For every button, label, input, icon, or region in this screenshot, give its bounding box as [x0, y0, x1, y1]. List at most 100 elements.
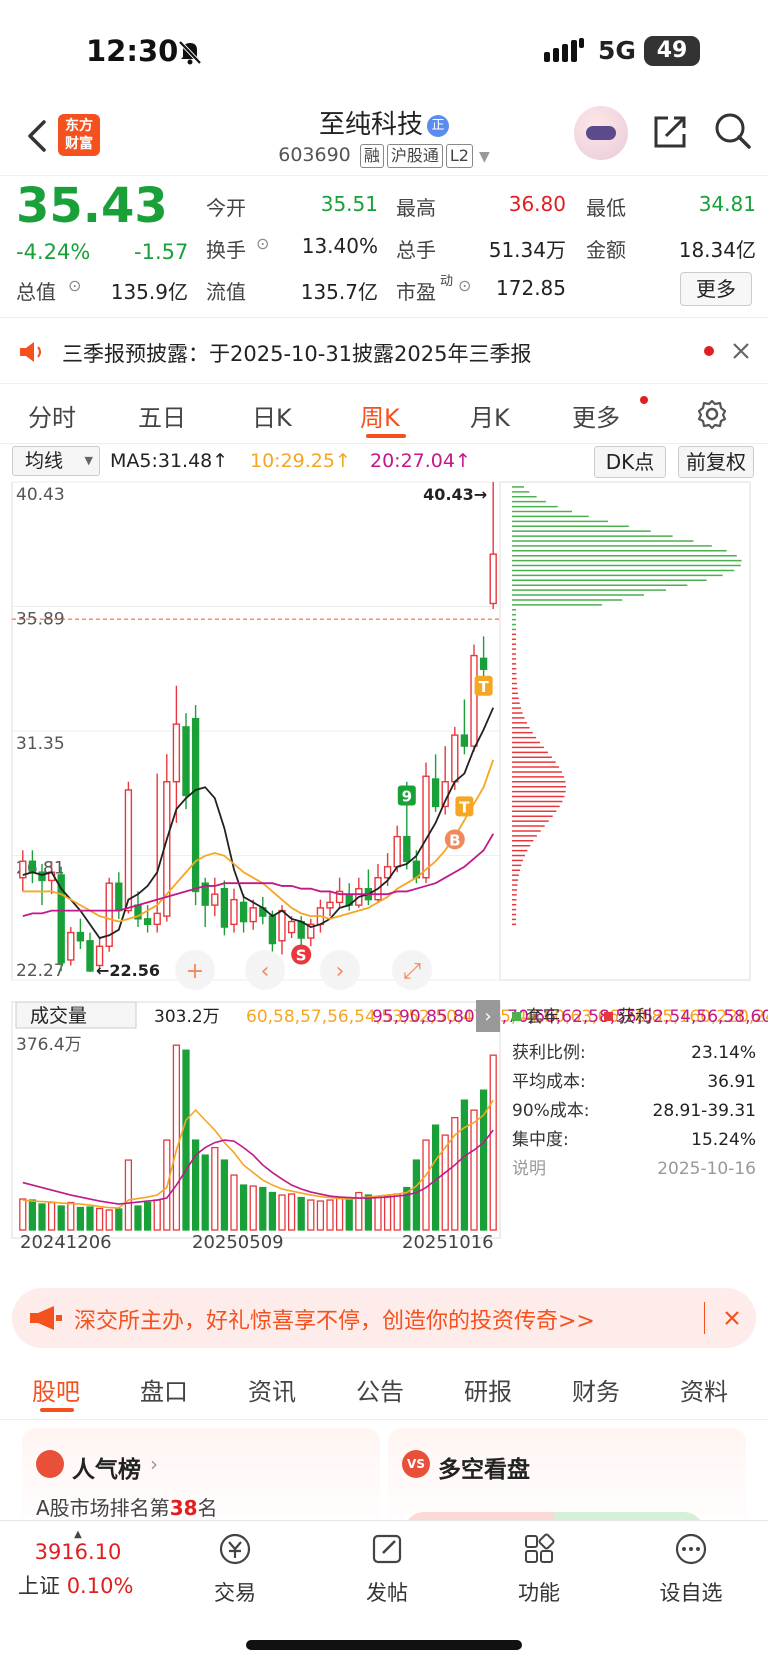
candle [67, 931, 75, 961]
info-icon[interactable]: ⊙ [68, 276, 81, 295]
settings-gear-icon[interactable] [696, 398, 728, 430]
close-icon[interactable] [732, 342, 750, 360]
volume-bar [105, 1209, 113, 1231]
promo-text: 深交所主办，好礼惊喜享不停，创造你的投资传奇>> [74, 1309, 595, 1334]
feature-cards: 人气榜 › A股市场排名第38名 VS 多空看盘 看涨 看跌 [0, 1424, 768, 1552]
volume-bar [239, 1184, 248, 1231]
tab-profile[interactable]: 资料 [680, 1372, 728, 1407]
volume-bar [19, 1198, 27, 1231]
tab-announcements[interactable]: 公告 [356, 1372, 404, 1407]
divider [704, 1302, 705, 1334]
x-axis-date: 20250509 [192, 1232, 284, 1250]
tab-pankou[interactable]: 盘口 [140, 1372, 188, 1407]
kline-chart[interactable]: 40.4335.8931.3526.8122.2740.43→←22.569SB… [0, 480, 768, 1253]
volume-ma2: 95,90,85,80,75,70,66,62,58,55,52,54,56,5… [372, 1007, 768, 1027]
tab-guba[interactable]: 股吧 [32, 1372, 80, 1407]
nav-add-watchlist[interactable]: 设自选 [636, 1531, 746, 1607]
caret-down-icon: ▼ [84, 454, 93, 467]
candle [460, 734, 469, 747]
nav-post[interactable]: 发帖 [332, 1531, 442, 1607]
search-icon[interactable] [712, 110, 752, 150]
tab-finance[interactable]: 财务 [572, 1372, 620, 1407]
kline-chart-area[interactable]: 40.43 35.89 31.35 26.81 22.27 40.43→ ←22.56 9 S B… [0, 480, 768, 1253]
volume-bar [143, 1201, 152, 1231]
label-open: 今开 [206, 196, 246, 220]
ma5-value: MA5:31.48↑ [110, 450, 229, 472]
candle [230, 898, 238, 926]
tab-research[interactable]: 研报 [464, 1372, 512, 1407]
adjust-button[interactable]: 前复权 [678, 446, 754, 478]
value-mktcap: 135.9亿 [110, 280, 188, 304]
indicator-dropdown[interactable]: 均线 ▼ [12, 446, 100, 476]
signal-badge: T [478, 678, 489, 696]
x-axis-date: 20251016 [402, 1232, 494, 1250]
nav-trade[interactable]: 交易 [180, 1531, 290, 1607]
tab-news[interactable]: 资讯 [248, 1372, 296, 1407]
stock-header: 东方 财富 至纯科技正 603690 融沪股通 L2 ▼ [0, 100, 768, 176]
chip-stat-value: 28.91-39.31 [653, 1101, 756, 1121]
y-axis-label: 31.35 [16, 734, 65, 754]
volume-bar [393, 1193, 401, 1231]
close-icon[interactable] [724, 1310, 740, 1326]
tab-daily-k[interactable]: 日K [252, 398, 292, 433]
tab-weekly-k[interactable]: 周K [360, 398, 400, 433]
candle [403, 835, 411, 862]
change-percent: -4.24% [16, 240, 91, 264]
dk-point-button[interactable]: DK点 [594, 446, 666, 478]
nav-functions[interactable]: 功能 [484, 1531, 594, 1607]
signal-icon [544, 38, 584, 62]
label-pe-sup: 动 [440, 274, 454, 289]
ranking-icon [36, 1450, 64, 1478]
chart-control-icon: + [186, 959, 204, 984]
candle [479, 657, 488, 670]
notice-text: 三季报预披露：于2025-10-31披露2025年三季报 [62, 342, 532, 366]
volume-bar [383, 1195, 392, 1231]
volume-bar [268, 1191, 277, 1231]
candle [172, 723, 181, 783]
grid-icon [525, 1533, 555, 1563]
tab-monthly-k[interactable]: 月K [470, 398, 510, 433]
volume-max-label: 376.4万 [16, 1035, 82, 1055]
volume-bar [115, 1208, 123, 1231]
candle [470, 654, 478, 747]
bell-muted-icon [178, 40, 202, 65]
info-icon[interactable]: ⊙ [256, 234, 269, 253]
volume-bar [230, 1174, 238, 1231]
chevron-down-icon[interactable]: ▼ [479, 149, 490, 165]
candle [124, 789, 133, 912]
period-tabs: 分时 五日 日K 周K 月K 更多 [0, 384, 768, 444]
index-change: 0.10% [66, 1574, 134, 1598]
new-dot [640, 396, 648, 404]
volume-bar [489, 1054, 497, 1231]
chip-stat-value: 2025-10-16 [657, 1159, 756, 1179]
info-icon[interactable]: ⊙ [458, 276, 471, 295]
volume-bar [307, 1199, 315, 1231]
tab-more[interactable]: 更多 [572, 398, 620, 433]
caret-up-icon: ▲ [74, 1529, 82, 1540]
value-open: 35.51 [320, 192, 378, 216]
tab-intraday[interactable]: 分时 [28, 398, 76, 433]
candle [431, 778, 440, 808]
nav-functions-label: 功能 [518, 1581, 560, 1605]
candle [191, 717, 200, 893]
volume-bar [297, 1196, 305, 1231]
candle [211, 893, 219, 906]
candle [422, 775, 430, 879]
share-icon[interactable] [650, 112, 690, 152]
rank-number: 38 [169, 1496, 198, 1520]
tab-five-day[interactable]: 五日 [138, 398, 186, 433]
volume-bar [249, 1185, 257, 1231]
low-price-marker: ←22.56 [96, 961, 160, 980]
more-button[interactable]: 更多 [680, 272, 752, 306]
notice-bar[interactable]: 三季报预披露：于2025-10-31披露2025年三季报 [0, 320, 768, 384]
edit-icon [372, 1534, 402, 1564]
index-value: 3916.10 [34, 1540, 122, 1564]
value-volume: 51.34万 [488, 238, 566, 262]
candle [239, 901, 248, 923]
assistant-avatar[interactable] [574, 106, 628, 160]
index-widget[interactable]: ▲ 3916.10 上证 0.10% [18, 1529, 138, 1600]
chevron-right-icon: › [484, 1006, 491, 1027]
vs-icon: VS [402, 1450, 430, 1478]
legend-swatch-profit [604, 1012, 613, 1021]
promo-banner[interactable]: 深交所主办，好礼惊喜享不停，创造你的投资传奇>> [12, 1288, 756, 1348]
